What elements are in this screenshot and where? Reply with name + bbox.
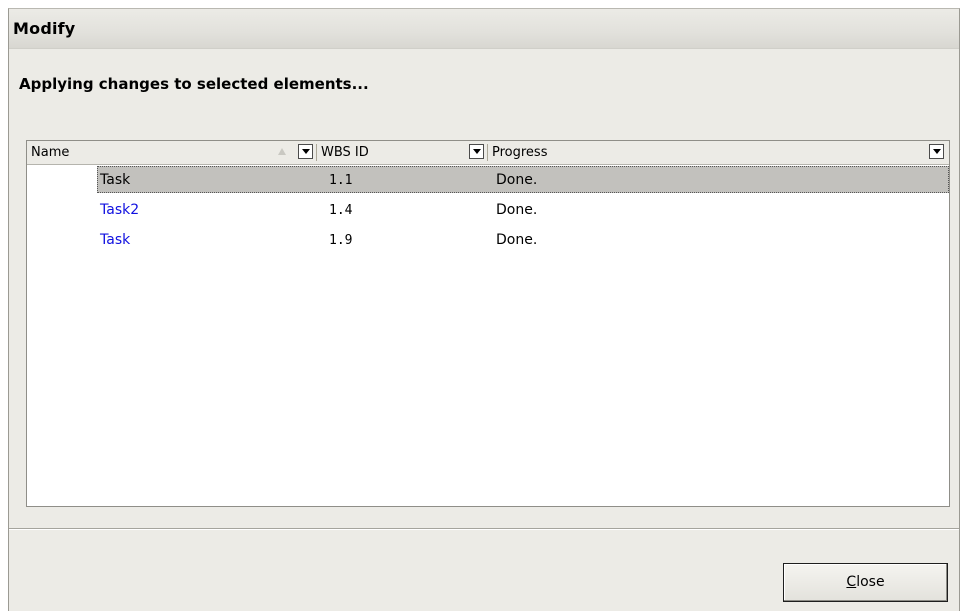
dialog-title: Modify: [13, 19, 76, 38]
cell-wbs-id: 1.9: [329, 233, 353, 248]
column-header-label: WBS ID: [321, 145, 369, 160]
wbs-id-filter-dropdown[interactable]: [469, 144, 484, 159]
cell-name: Task: [100, 172, 131, 188]
progress-filter-dropdown[interactable]: [929, 144, 944, 159]
sort-ascending-icon: [278, 148, 286, 155]
close-button-mnemonic: C: [846, 574, 857, 590]
table-row[interactable]: Task2 1.4 Done.: [27, 195, 949, 225]
cell-progress: Done.: [496, 172, 538, 188]
results-grid: Name WBS ID Progress Task 1.1 Done. Task…: [26, 140, 950, 507]
cell-wbs-id: 1.4: [329, 203, 353, 218]
grid-header: Name WBS ID Progress: [27, 141, 949, 165]
status-message: Applying changes to selected elements...: [19, 75, 369, 93]
cell-progress: Done.: [496, 202, 538, 218]
close-button[interactable]: Close: [783, 563, 948, 602]
cell-name-link[interactable]: Task: [100, 232, 130, 248]
name-filter-dropdown[interactable]: [298, 144, 313, 159]
column-header-label: Progress: [492, 145, 548, 160]
footer-divider: [9, 528, 959, 530]
cell-wbs-id: 1.1: [329, 173, 353, 188]
modify-dialog: Modify Applying changes to selected elem…: [8, 8, 960, 611]
column-header-name[interactable]: Name: [27, 141, 299, 164]
column-header-wbs-id[interactable]: WBS ID: [317, 141, 467, 164]
table-row[interactable]: Task 1.1 Done.: [27, 165, 949, 195]
column-header-label: Name: [31, 145, 70, 160]
title-bar[interactable]: Modify: [9, 9, 959, 49]
cell-name-link[interactable]: Task2: [100, 202, 139, 218]
column-header-progress[interactable]: Progress: [488, 141, 918, 164]
table-row[interactable]: Task 1.9 Done.: [27, 225, 949, 255]
cell-progress: Done.: [496, 232, 538, 248]
close-button-label: lose: [856, 574, 885, 590]
